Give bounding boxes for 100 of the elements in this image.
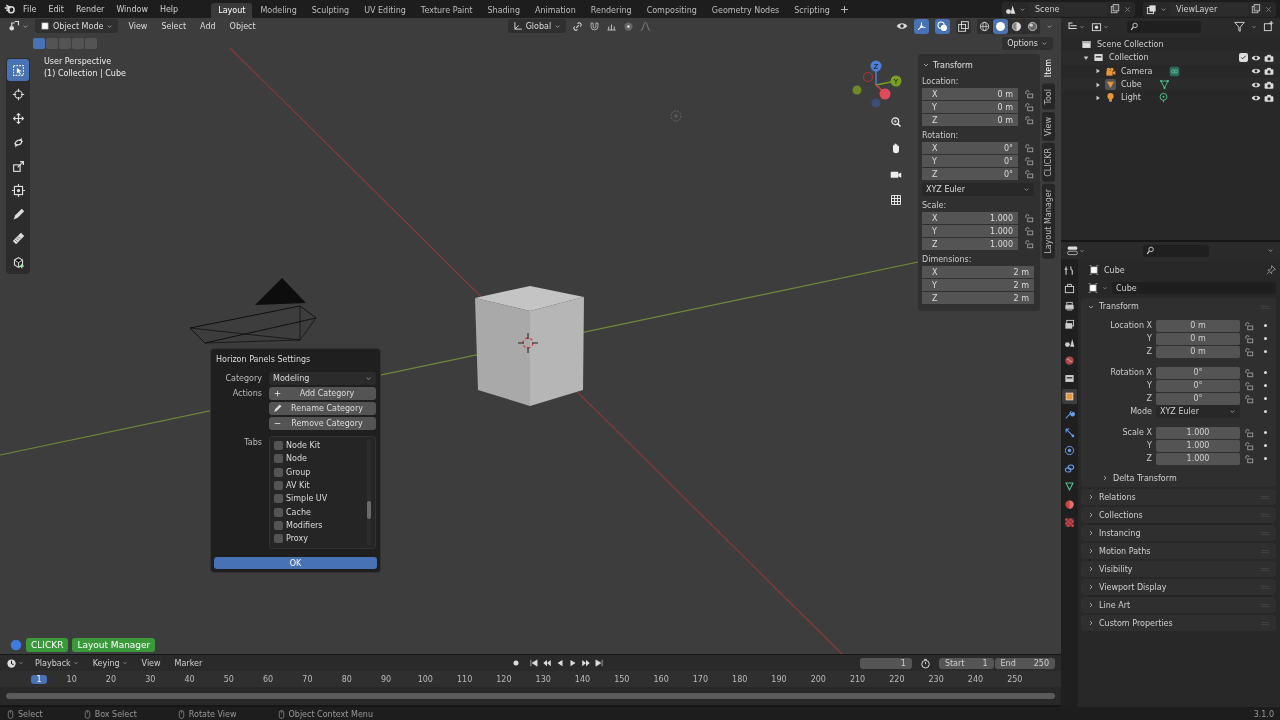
menu-item[interactable]: Marker (171, 657, 206, 669)
end-frame-field[interactable]: End 250 (994, 657, 1055, 669)
properties-tab[interactable] (1062, 353, 1077, 368)
number-field[interactable]: 0° (1156, 379, 1240, 392)
list-item[interactable]: AV Kit (286, 481, 310, 491)
caret-icon[interactable] (1102, 285, 1108, 291)
caret-icon[interactable] (1251, 23, 1257, 30)
collapsed-panel[interactable]: Line Art (1081, 597, 1276, 613)
outliner-item[interactable]: Cube (1121, 80, 1142, 90)
number-field[interactable]: 1.000 (1156, 426, 1240, 439)
lock-icon[interactable] (1024, 115, 1034, 125)
square-icon[interactable] (1088, 283, 1098, 293)
workspace-tab[interactable]: Sculpting (304, 2, 357, 18)
lock-icon[interactable] (1244, 320, 1254, 331)
number-field[interactable]: Y 0 m (922, 101, 1018, 113)
menu-item[interactable]: Window (111, 2, 153, 16)
caret-icon[interactable] (1103, 23, 1109, 30)
sidebar-tab[interactable]: Layout Manager (1042, 183, 1055, 259)
eye-icon[interactable] (896, 20, 908, 32)
shading-button[interactable] (977, 18, 992, 34)
menu-item[interactable]: Render (70, 2, 110, 16)
clock-icon[interactable] (6, 657, 17, 669)
checkbox[interactable] (274, 454, 283, 464)
display-mode-icon[interactable] (1091, 21, 1102, 32)
properties-tab[interactable] (1062, 461, 1077, 476)
caret-icon[interactable] (1267, 247, 1274, 254)
list-item[interactable]: Group (286, 467, 311, 477)
caret-icon[interactable] (1019, 5, 1026, 13)
blender-logo-icon[interactable] (4, 3, 16, 15)
checkbox[interactable] (274, 494, 283, 504)
next-keyframe-icon[interactable] (581, 658, 592, 668)
checkbox[interactable] (1239, 53, 1248, 63)
vertex-triangle-icon[interactable] (1158, 79, 1170, 91)
properties-tab[interactable] (1062, 389, 1077, 404)
view-layer-field[interactable]: ViewLayer (1170, 2, 1248, 16)
proportional-edit-icon[interactable] (623, 20, 635, 32)
caret-icon[interactable] (1160, 5, 1167, 13)
filter-icon[interactable] (1234, 21, 1245, 32)
category-dropdown[interactable]: Modeling (269, 372, 376, 385)
caret-icon[interactable] (1079, 23, 1085, 30)
keyframe-dot[interactable] (1263, 397, 1267, 400)
number-field[interactable]: Z 1.000 (922, 238, 1018, 250)
workspace-tab[interactable]: Animation (528, 2, 583, 18)
keyframe-dot[interactable] (1263, 324, 1267, 327)
subpanel-title[interactable]: Delta Transform (1113, 473, 1177, 483)
number-field[interactable]: Y 2 m (922, 279, 1034, 291)
menu-item[interactable]: File (18, 2, 42, 16)
menu-item[interactable]: Select (157, 19, 191, 33)
name-field[interactable]: Cube (1112, 282, 1276, 294)
properties-tab[interactable] (1062, 443, 1077, 458)
menu-item[interactable]: Edit (43, 2, 69, 16)
number-field[interactable]: Y 0° (922, 155, 1018, 167)
list-tree-icon[interactable] (1067, 21, 1078, 32)
camera-icon[interactable] (1264, 92, 1274, 103)
scene-icon[interactable] (1005, 3, 1016, 15)
properties-tab[interactable] (1062, 299, 1077, 314)
collapsed-panel[interactable]: Motion Paths (1081, 543, 1276, 559)
sidebar-tab[interactable]: CLICKR (1042, 142, 1055, 182)
collapsed-panel[interactable]: Custom Properties (1081, 615, 1276, 631)
copy-icon[interactable] (1110, 4, 1120, 14)
lock-icon[interactable] (1244, 367, 1254, 378)
camera-icon[interactable] (1264, 52, 1274, 63)
lock-icon[interactable] (1024, 169, 1034, 179)
camera-icon[interactable] (1264, 79, 1274, 90)
layers-icon[interactable] (1146, 3, 1157, 15)
magnet-icon[interactable] (589, 20, 601, 32)
outliner-item[interactable]: Collection (1109, 53, 1149, 63)
collapsed-panel[interactable]: Viewport Display (1081, 579, 1276, 595)
workspace-tab[interactable]: UV Editing (357, 2, 413, 18)
start-frame-field[interactable]: Start 1 (938, 657, 994, 669)
menu-item[interactable]: View (124, 19, 152, 33)
list-item[interactable]: Simple UV (286, 494, 328, 504)
addon-button[interactable]: CLICKR (26, 638, 69, 652)
light-data-icon[interactable] (1157, 92, 1169, 104)
list-item[interactable]: Node Kit (286, 441, 321, 451)
workspace-tab[interactable]: Texture Paint (413, 2, 480, 18)
keyframe-dot[interactable] (1263, 384, 1267, 387)
number-field[interactable]: X 0° (922, 142, 1018, 154)
outliner-item[interactable]: Scene Collection (1097, 40, 1164, 50)
plus-icon[interactable] (838, 3, 850, 15)
number-field[interactable]: X 2 m (922, 266, 1034, 278)
lock-icon[interactable] (1024, 213, 1034, 223)
workspace-tab[interactable]: Shading (480, 2, 527, 18)
list-item[interactable]: Proxy (286, 534, 308, 544)
number-field[interactable]: X 1.000 (922, 212, 1018, 224)
lock-icon[interactable] (1024, 89, 1034, 99)
list-item[interactable]: Modifiers (286, 520, 323, 530)
action-button[interactable]: Rename Category (269, 402, 376, 415)
checkbox[interactable] (274, 481, 283, 491)
link-icon[interactable] (572, 20, 584, 32)
shading-button[interactable] (993, 18, 1008, 34)
workspace-tab[interactable]: Layout (211, 2, 253, 18)
properties-tab[interactable] (1062, 425, 1077, 440)
collapsed-panel[interactable]: Relations (1081, 489, 1276, 505)
circle-icon[interactable] (10, 639, 22, 651)
close-icon[interactable] (1123, 4, 1132, 14)
lock-icon[interactable] (1244, 393, 1254, 404)
checkbox[interactable] (274, 520, 283, 530)
caret-icon[interactable] (18, 660, 24, 666)
menu-item[interactable]: Help (154, 2, 184, 16)
